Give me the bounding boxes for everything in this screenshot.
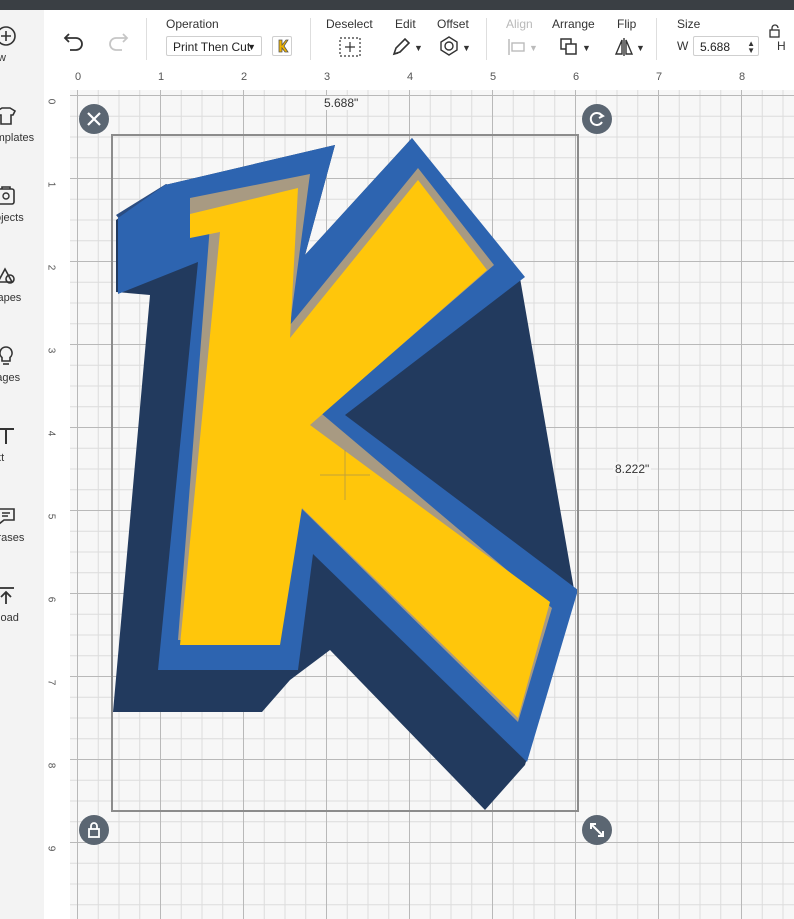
- sidebar-item-new[interactable]: New: [0, 24, 44, 84]
- rotate-handle[interactable]: [582, 104, 612, 134]
- ruler-label: 4: [407, 71, 414, 83]
- sidebar-item-projects[interactable]: Projects: [0, 184, 44, 244]
- chevron-down-icon[interactable]: ▼: [462, 43, 471, 53]
- sidebar-item-label: Upload: [0, 612, 19, 624]
- deselect-label: Deselect: [326, 17, 373, 31]
- ruler-label: 9: [45, 845, 57, 852]
- top-toolbar: Operation Print Then Cut ▼ Deselect Edit…: [44, 10, 794, 67]
- ruler-label: 3: [45, 347, 57, 354]
- ruler-label: 7: [45, 679, 57, 686]
- resize-arrows-icon: [590, 823, 604, 837]
- redo-icon[interactable]: [106, 30, 130, 52]
- lock-open-icon[interactable]: [768, 24, 782, 38]
- offset-icon[interactable]: [438, 35, 460, 57]
- offset-label: Offset: [437, 17, 469, 31]
- toolbar-divider: [310, 18, 311, 60]
- operation-label: Operation: [166, 17, 219, 31]
- toolbar-divider: [146, 18, 147, 60]
- resize-handle[interactable]: [582, 815, 612, 845]
- deselect-icon[interactable]: [338, 36, 362, 58]
- chevron-down-icon: ▼: [247, 42, 256, 52]
- chevron-down-icon[interactable]: ▼: [582, 43, 591, 53]
- text-icon: [0, 428, 14, 444]
- arrange-label: Arrange: [552, 17, 595, 31]
- ruler-label: 2: [241, 71, 248, 83]
- plus-circle-icon: [0, 26, 16, 46]
- sidebar-item-label: Projects: [0, 212, 24, 224]
- ruler-label: 6: [573, 71, 580, 83]
- ruler-top: 0 1 2 3 4 5 6 7 8: [70, 66, 794, 91]
- align-icon[interactable]: [506, 37, 528, 57]
- selection-bounding-box[interactable]: [111, 134, 579, 812]
- sidebar-item-label: Text: [0, 452, 5, 464]
- ruler-label: 8: [739, 71, 746, 83]
- width-prefix: W: [677, 39, 689, 53]
- shirt-icon: [0, 107, 17, 125]
- sidebar-item-label: Images: [0, 372, 21, 384]
- size-label: Size: [677, 17, 701, 31]
- width-input[interactable]: 5.688 ▲ ▼: [693, 36, 759, 56]
- stepper-arrows-icon[interactable]: ▲ ▼: [747, 40, 755, 55]
- sidebar-item-label: Shapes: [0, 292, 22, 304]
- operation-value: Print Then Cut: [173, 40, 251, 54]
- arrange-icon[interactable]: [558, 36, 580, 58]
- projects-icon: [0, 186, 15, 205]
- width-dimension-label: 5.688": [322, 96, 361, 110]
- ruler-corner: [44, 66, 71, 91]
- left-sidebar: New Templates Projects Shapes Images Tex…: [0, 10, 45, 919]
- sidebar-item-label: New: [0, 52, 44, 64]
- align-label: Align: [506, 17, 533, 31]
- toolbar-divider: [486, 18, 487, 60]
- shapes-icon: [0, 267, 15, 284]
- operation-select[interactable]: Print Then Cut ▼: [166, 36, 262, 56]
- ruler-left: 0 1 2 3 4 5 6 7 8 9: [44, 90, 71, 919]
- pencil-icon[interactable]: [390, 36, 412, 58]
- operation-type-button[interactable]: [272, 36, 292, 56]
- ruler-label: 1: [45, 181, 57, 188]
- ruler-label: 0: [45, 98, 57, 105]
- chevron-down-icon[interactable]: ▼: [636, 43, 645, 53]
- flip-icon[interactable]: [613, 36, 635, 58]
- window-top-strip: [0, 0, 794, 10]
- sidebar-item-upload[interactable]: Upload: [0, 584, 44, 644]
- ruler-label: 3: [324, 71, 331, 83]
- chevron-down-icon[interactable]: ▼: [414, 43, 423, 53]
- height-prefix: H: [777, 39, 786, 53]
- ruler-label: 7: [656, 71, 663, 83]
- sidebar-item-images[interactable]: Images: [0, 344, 44, 404]
- ruler-label: 0: [75, 71, 82, 83]
- undo-icon[interactable]: [62, 30, 86, 52]
- sidebar-item-label: Phrases: [0, 532, 25, 544]
- sidebar-item-templates[interactable]: Templates: [0, 104, 44, 164]
- delete-handle[interactable]: [79, 104, 109, 134]
- close-icon: [87, 112, 101, 126]
- sidebar-item-phrases[interactable]: Phrases: [0, 504, 44, 564]
- width-value: 5.688: [700, 40, 731, 54]
- ruler-label: 8: [45, 762, 57, 769]
- sidebar-item-shapes[interactable]: Shapes: [0, 264, 44, 324]
- toolbar-divider: [656, 18, 657, 60]
- ruler-label: 2: [45, 264, 57, 271]
- sidebar-item-label: Templates: [0, 132, 35, 144]
- ruler-label: 5: [490, 71, 497, 83]
- height-dimension-label: 8.222": [613, 462, 652, 476]
- ruler-label: 4: [45, 430, 57, 437]
- print-cut-icon: [278, 39, 289, 53]
- upload-icon: [0, 587, 14, 604]
- sidebar-item-text[interactable]: Text: [0, 424, 44, 484]
- flip-label: Flip: [617, 17, 637, 31]
- ruler-label: 1: [158, 71, 165, 83]
- edit-label: Edit: [395, 17, 416, 31]
- rotate-icon: [589, 112, 605, 126]
- ruler-label: 5: [45, 513, 57, 520]
- speech-bubble-icon: [0, 508, 15, 525]
- lock-handle[interactable]: [79, 815, 109, 845]
- lightbulb-icon: [0, 346, 13, 365]
- chevron-down-icon[interactable]: ▼: [529, 43, 538, 53]
- ruler-label: 6: [45, 596, 57, 603]
- lock-icon: [88, 822, 100, 838]
